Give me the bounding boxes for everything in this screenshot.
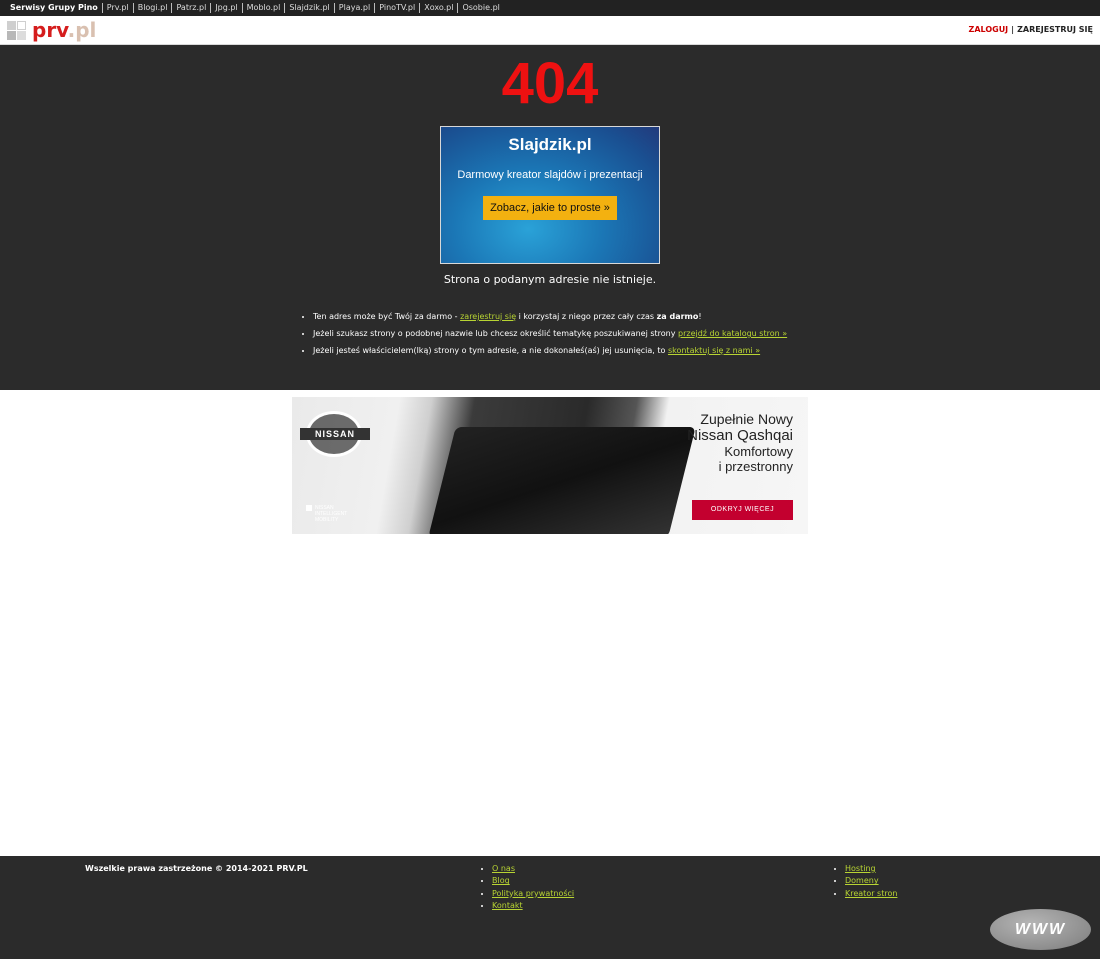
car-interior-image xyxy=(428,427,696,534)
separator xyxy=(101,3,103,13)
separator xyxy=(374,3,376,13)
ad-headline-line: i przestronny xyxy=(718,459,793,474)
promo-button[interactable]: Zobacz, jakie to proste » xyxy=(483,196,617,220)
ad-cta-button[interactable]: ODKRYJ WIĘCEJ xyxy=(692,500,793,520)
network-link-osobie[interactable]: Osobie.pl xyxy=(462,0,499,16)
separator xyxy=(210,3,212,13)
register-hint-link[interactable]: zarejestruj się xyxy=(460,312,516,321)
mobility-icon xyxy=(306,505,312,511)
list-item: Kreator stron xyxy=(845,888,897,900)
footer-links-company: O nas Blog Polityka prywatności Kontakt xyxy=(483,863,574,912)
ad-headline-line: Zupełnie Nowy xyxy=(700,411,793,427)
separator xyxy=(333,3,335,13)
network-link-blogi[interactable]: Blogi.pl xyxy=(138,0,168,16)
catalog-link[interactable]: przejdź do katalogu stron » xyxy=(678,329,787,338)
network-link-moblo[interactable]: Moblo.pl xyxy=(247,0,281,16)
ad-headline-line: Nissan Qashqai xyxy=(687,427,793,444)
error-code: 404 xyxy=(501,51,599,116)
list-item: Hosting xyxy=(845,863,897,875)
footer-link-site-builder[interactable]: Kreator stron xyxy=(845,889,897,898)
separator xyxy=(419,3,421,13)
list-item: Blog xyxy=(492,875,574,887)
copyright-text: Wszelkie prawa zastrzeżone © 2014-2021 P… xyxy=(85,864,308,873)
register-link[interactable]: ZAREJESTRUJ SIĘ xyxy=(1017,25,1093,34)
not-found-message: Strona o podanym adresie nie istnieje. xyxy=(443,273,657,286)
auth-links: ZALOGUJ | ZAREJESTRUJ SIĘ xyxy=(969,16,1093,44)
separator xyxy=(457,3,459,13)
list-item: Ten adres może być Twój za darmo - zarej… xyxy=(313,308,913,325)
list-item: Jeżeli jesteś właścicielem(lką) strony o… xyxy=(313,342,913,359)
footer-link-contact[interactable]: Kontakt xyxy=(492,901,523,910)
footer-link-blog[interactable]: Blog xyxy=(492,876,510,885)
free-emphasis: za darmo xyxy=(656,312,699,321)
list-item: O nas xyxy=(492,863,574,875)
contact-link[interactable]: skontaktuj się z nami » xyxy=(668,346,760,355)
network-link-prv[interactable]: Prv.pl xyxy=(107,0,129,16)
separator xyxy=(132,3,134,13)
slajdzik-promo-banner[interactable]: Slajdzik.pl Darmowy kreator slajdów i pr… xyxy=(440,126,660,264)
network-link-playa[interactable]: Playa.pl xyxy=(339,0,370,16)
prv-logo-icon xyxy=(7,21,26,40)
list-item: Domeny xyxy=(845,875,897,887)
prv-logo[interactable]: prv.pl xyxy=(7,18,97,42)
network-link-pinotv[interactable]: PinoTV.pl xyxy=(379,0,415,16)
promo-subtitle: Darmowy kreator slajdów i prezentacji xyxy=(457,169,643,181)
intelligent-mobility-logo: NISSAN INTELLIGENT MOBILITY xyxy=(306,505,366,523)
footer-link-about[interactable]: O nas xyxy=(492,864,515,873)
site-header: prv.pl ZALOGUJ | ZAREJESTRUJ SIĘ xyxy=(0,16,1100,45)
www-badge-icon[interactable]: WWW xyxy=(990,909,1091,950)
separator xyxy=(171,3,173,13)
list-item: Polityka prywatności xyxy=(492,888,574,900)
promo-title: Slajdzik.pl xyxy=(508,135,592,154)
nissan-ad-banner[interactable]: NISSAN NISSAN INTELLIGENT MOBILITY Zupełni… xyxy=(292,397,808,534)
error-section: 404 Slajdzik.pl Darmowy kreator slajdów … xyxy=(0,45,1100,390)
login-link[interactable]: ZALOGUJ xyxy=(969,25,1009,34)
network-link-slajdzik[interactable]: Slajdzik.pl xyxy=(289,0,329,16)
network-link-jpg[interactable]: Jpg.pl xyxy=(215,0,237,16)
separator xyxy=(284,3,286,13)
ad-headline: Zupełnie Nowy Nissan Qashqai Komfortowy … xyxy=(687,411,793,474)
hint-list: Ten adres może być Twój za darmo - zarej… xyxy=(300,308,913,359)
list-item: Jeżeli szukasz strony o podobnej nazwie … xyxy=(313,325,913,342)
nissan-logo-text: NISSAN xyxy=(300,428,370,440)
footer-links-services: Hosting Domeny Kreator stron xyxy=(836,863,897,900)
footer-link-privacy[interactable]: Polityka prywatności xyxy=(492,889,574,898)
footer-link-hosting[interactable]: Hosting xyxy=(845,864,876,873)
prv-logo-text: prv.pl xyxy=(32,18,97,42)
site-footer: Wszelkie prawa zastrzeżone © 2014-2021 P… xyxy=(0,856,1100,959)
footer-link-domains[interactable]: Domeny xyxy=(845,876,879,885)
network-link-xoxo[interactable]: Xoxo.pl xyxy=(424,0,453,16)
separator xyxy=(241,3,243,13)
auth-separator: | xyxy=(1011,25,1015,34)
network-link-patrz[interactable]: Patrz.pl xyxy=(176,0,206,16)
network-bar: Serwisy Grupy Pino Prv.pl Blogi.pl Patrz… xyxy=(0,0,1100,16)
network-label: Serwisy Grupy Pino xyxy=(10,3,98,12)
ad-headline-line: Komfortowy xyxy=(724,444,793,459)
list-item: Kontakt xyxy=(492,900,574,912)
